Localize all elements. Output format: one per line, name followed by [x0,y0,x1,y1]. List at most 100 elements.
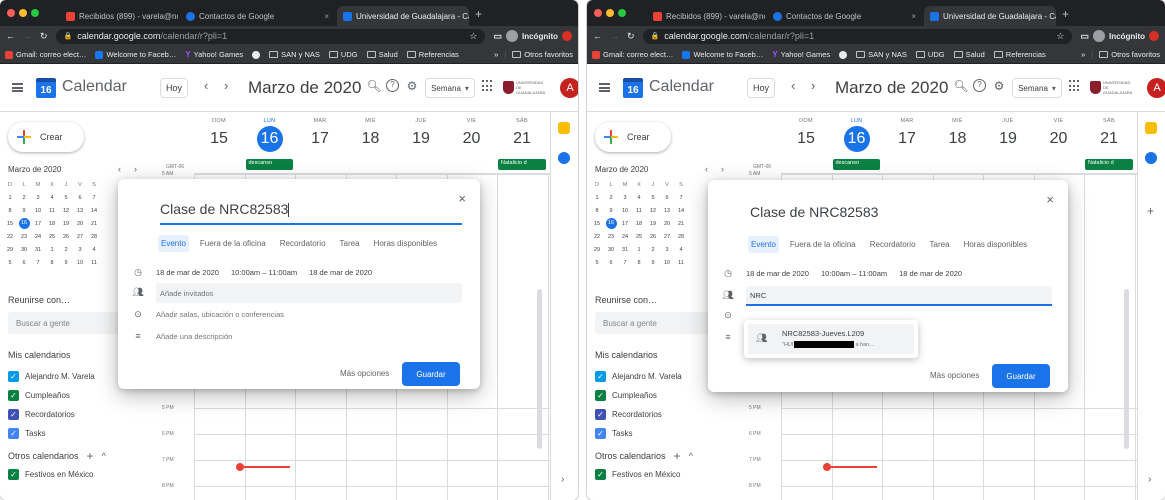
mini-day[interactable]: 8 [3,208,17,214]
mini-day[interactable]: 12 [646,208,660,214]
next-week-icon[interactable]: › [811,78,815,93]
mini-day[interactable]: 12 [59,208,73,214]
mini-day[interactable]: 5 [590,260,604,266]
mini-day[interactable]: 14 [87,208,101,214]
collapse-icon[interactable]: ^ [689,451,693,461]
incognito-indicator[interactable]: ▭ Incógnito [1080,30,1159,42]
day-header[interactable]: LUN 16 [244,118,296,152]
day-header[interactable]: JUE 19 [982,118,1034,152]
date-time-row[interactable]: ◷ 18 de mar de 2020 10:00am – 11:00am 18 de… [722,268,962,279]
bookmarks-overflow[interactable]: » [494,50,498,59]
mini-day[interactable]: 26 [59,234,73,240]
mini-day[interactable]: 14 [674,208,688,214]
add-calendar-icon[interactable]: + [674,449,681,463]
mini-day[interactable]: 7 [31,260,45,266]
mini-day[interactable]: 13 [73,208,87,214]
help-icon[interactable]: ? [973,79,986,92]
gear-icon[interactable]: ⚙ [991,79,1007,95]
day-header[interactable]: MIÉ 18 [932,118,984,152]
expand-panel-icon[interactable]: › [1148,474,1151,485]
mini-day[interactable]: 1 [45,247,59,253]
more-options-button[interactable]: Más opciones [930,371,979,380]
tab-horas-disponibles[interactable]: Horas disponibles [961,236,1031,253]
search-people-input[interactable]: Buscar a gente [8,312,136,334]
menu-icon[interactable] [12,83,23,92]
tab-evento[interactable]: Evento [748,236,779,253]
mini-day[interactable]: 22 [3,234,17,240]
calendar-item[interactable]: ✓ Recordatorios [8,409,75,420]
browser-tab-gmail[interactable]: Recibidos (899) - varela@noc…× [60,6,178,26]
mini-day[interactable]: 10 [660,260,674,266]
mini-day[interactable]: 25 [632,234,646,240]
mini-day[interactable]: 17 [618,221,632,227]
tab-recordatorio[interactable]: Recordatorio [867,236,919,253]
mini-day[interactable]: 4 [45,195,59,201]
mini-day[interactable]: 3 [618,195,632,201]
today-button[interactable]: Hoy [160,78,188,98]
avatar[interactable]: A [1147,78,1165,98]
mini-prev-icon[interactable]: ‹ [118,164,121,174]
search-icon[interactable]: 🔍︎ [953,79,969,95]
window-controls[interactable] [7,9,39,17]
mini-day[interactable]: 21 [674,221,688,227]
calendar-item[interactable]: ✓ Cumpleaños [8,390,70,401]
mini-day[interactable]: 29 [590,247,604,253]
bookmark-referencias[interactable]: Referencias [993,50,1046,59]
menu-icon[interactable] [599,83,610,92]
mini-day[interactable]: 3 [73,247,87,253]
close-icon[interactable]: × [324,12,329,21]
scrollbar[interactable] [1124,289,1129,449]
tab-recordatorio[interactable]: Recordatorio [277,235,329,252]
window-controls[interactable] [594,9,626,17]
mini-day[interactable]: 11 [87,260,101,266]
mini-day[interactable]: 2 [59,247,73,253]
mini-day[interactable]: 28 [674,234,688,240]
mini-day[interactable]: 27 [660,234,674,240]
apps-grid-icon[interactable] [482,80,494,92]
calendar-item[interactable]: ✓ Tasks [595,428,632,439]
calendar-item[interactable]: ✓ Festivos en México [595,469,680,480]
mini-day[interactable]: 1 [632,247,646,253]
browser-tab-calendar[interactable]: Universidad de Guadalajara - Ca…× [924,6,1056,26]
mini-day[interactable]: 2 [604,195,618,201]
mini-day[interactable]: 13 [660,208,674,214]
save-button[interactable]: Guardar [402,362,460,386]
new-tab-icon[interactable]: + [1062,7,1069,21]
day-number[interactable]: 16 [843,126,870,152]
new-tab-icon[interactable]: + [475,7,482,21]
mini-day[interactable]: 28 [87,234,101,240]
day-number[interactable]: 15 [206,126,232,152]
day-number[interactable]: 15 [793,126,819,152]
day-header[interactable]: LUN 16 [831,118,883,152]
calendar-item[interactable]: ✓ Alejandro M. Varela [595,371,682,382]
day-header[interactable]: VIE 20 [1033,118,1085,152]
tab-evento[interactable]: Evento [158,235,189,252]
checkbox[interactable]: ✓ [8,390,19,401]
mini-day[interactable]: 18 [45,221,59,227]
create-button[interactable]: Crear [595,122,671,152]
tab-fuera-oficina[interactable]: Fuera de la oficina [787,236,859,253]
mini-day[interactable]: 4 [632,195,646,201]
keep-icon[interactable] [558,122,570,134]
bookmark-otros-favoritos[interactable]: Otros favoritos [512,50,573,59]
mini-day[interactable]: 30 [17,247,31,253]
calendar-item[interactable]: ✓ Tasks [8,428,45,439]
day-header[interactable]: SÁB 21 [496,118,548,152]
bookmark-salud[interactable]: Salud [366,50,398,59]
mini-next-icon[interactable]: › [721,164,724,174]
tab-horas-disponibles[interactable]: Horas disponibles [371,235,441,252]
day-number[interactable]: 17 [894,126,920,152]
mini-day[interactable]: 11 [632,208,646,214]
mini-day[interactable]: 8 [45,260,59,266]
url-field[interactable]: 🔒 calendar.google.com/calendar/r?pli=1 ☆ [55,28,486,44]
star-icon[interactable]: ☆ [469,31,477,42]
day-number[interactable]: 19 [995,126,1021,152]
guests-input[interactable]: NRC [746,286,1052,306]
browser-tab-calendar[interactable]: Universidad de Guadalajara - Ca…× [337,6,469,26]
mini-day[interactable]: 1 [590,195,604,201]
create-button[interactable]: Crear [8,122,84,152]
mini-day[interactable]: 18 [632,221,646,227]
back-icon[interactable]: ← [593,31,602,41]
cast-icon[interactable]: ▭ [1080,31,1089,42]
suggestion-item[interactable]: 👥︎ NRC82583-Jueves.L209 "HUI a han… [748,324,914,354]
